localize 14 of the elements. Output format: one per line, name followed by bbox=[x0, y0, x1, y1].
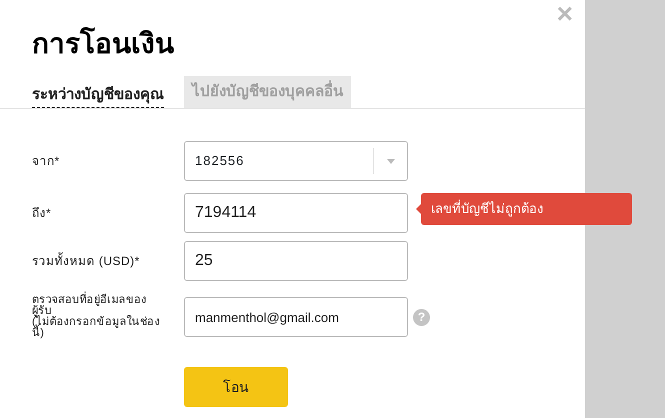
field-note: (ไม่ต้องกรอกข้อมูลในช่องนี้) bbox=[32, 317, 160, 339]
caret-icon bbox=[386, 158, 394, 164]
email-field[interactable]: manmenthol@gmail.com bbox=[184, 297, 408, 337]
tab[interactable]: ระหว่างบัญชีของคุณ bbox=[32, 80, 164, 108]
transfer-button[interactable]: โอน bbox=[184, 367, 288, 407]
input-field[interactable]: 25 bbox=[184, 241, 408, 281]
error-tooltip: เลขที่บัญชีไม่ถูกต้อง bbox=[421, 193, 632, 224]
input-field[interactable]: 7194114 bbox=[184, 193, 408, 233]
account-select[interactable]: 182556 bbox=[184, 141, 408, 181]
field-label: ถึง* bbox=[32, 205, 52, 222]
tooltip-pointer bbox=[416, 204, 421, 214]
field-label: จาก* bbox=[32, 153, 61, 170]
field-label: รวมทั้งหมด (USD)* bbox=[32, 252, 141, 270]
dialog-title: การโอนเงิน bbox=[32, 26, 174, 61]
